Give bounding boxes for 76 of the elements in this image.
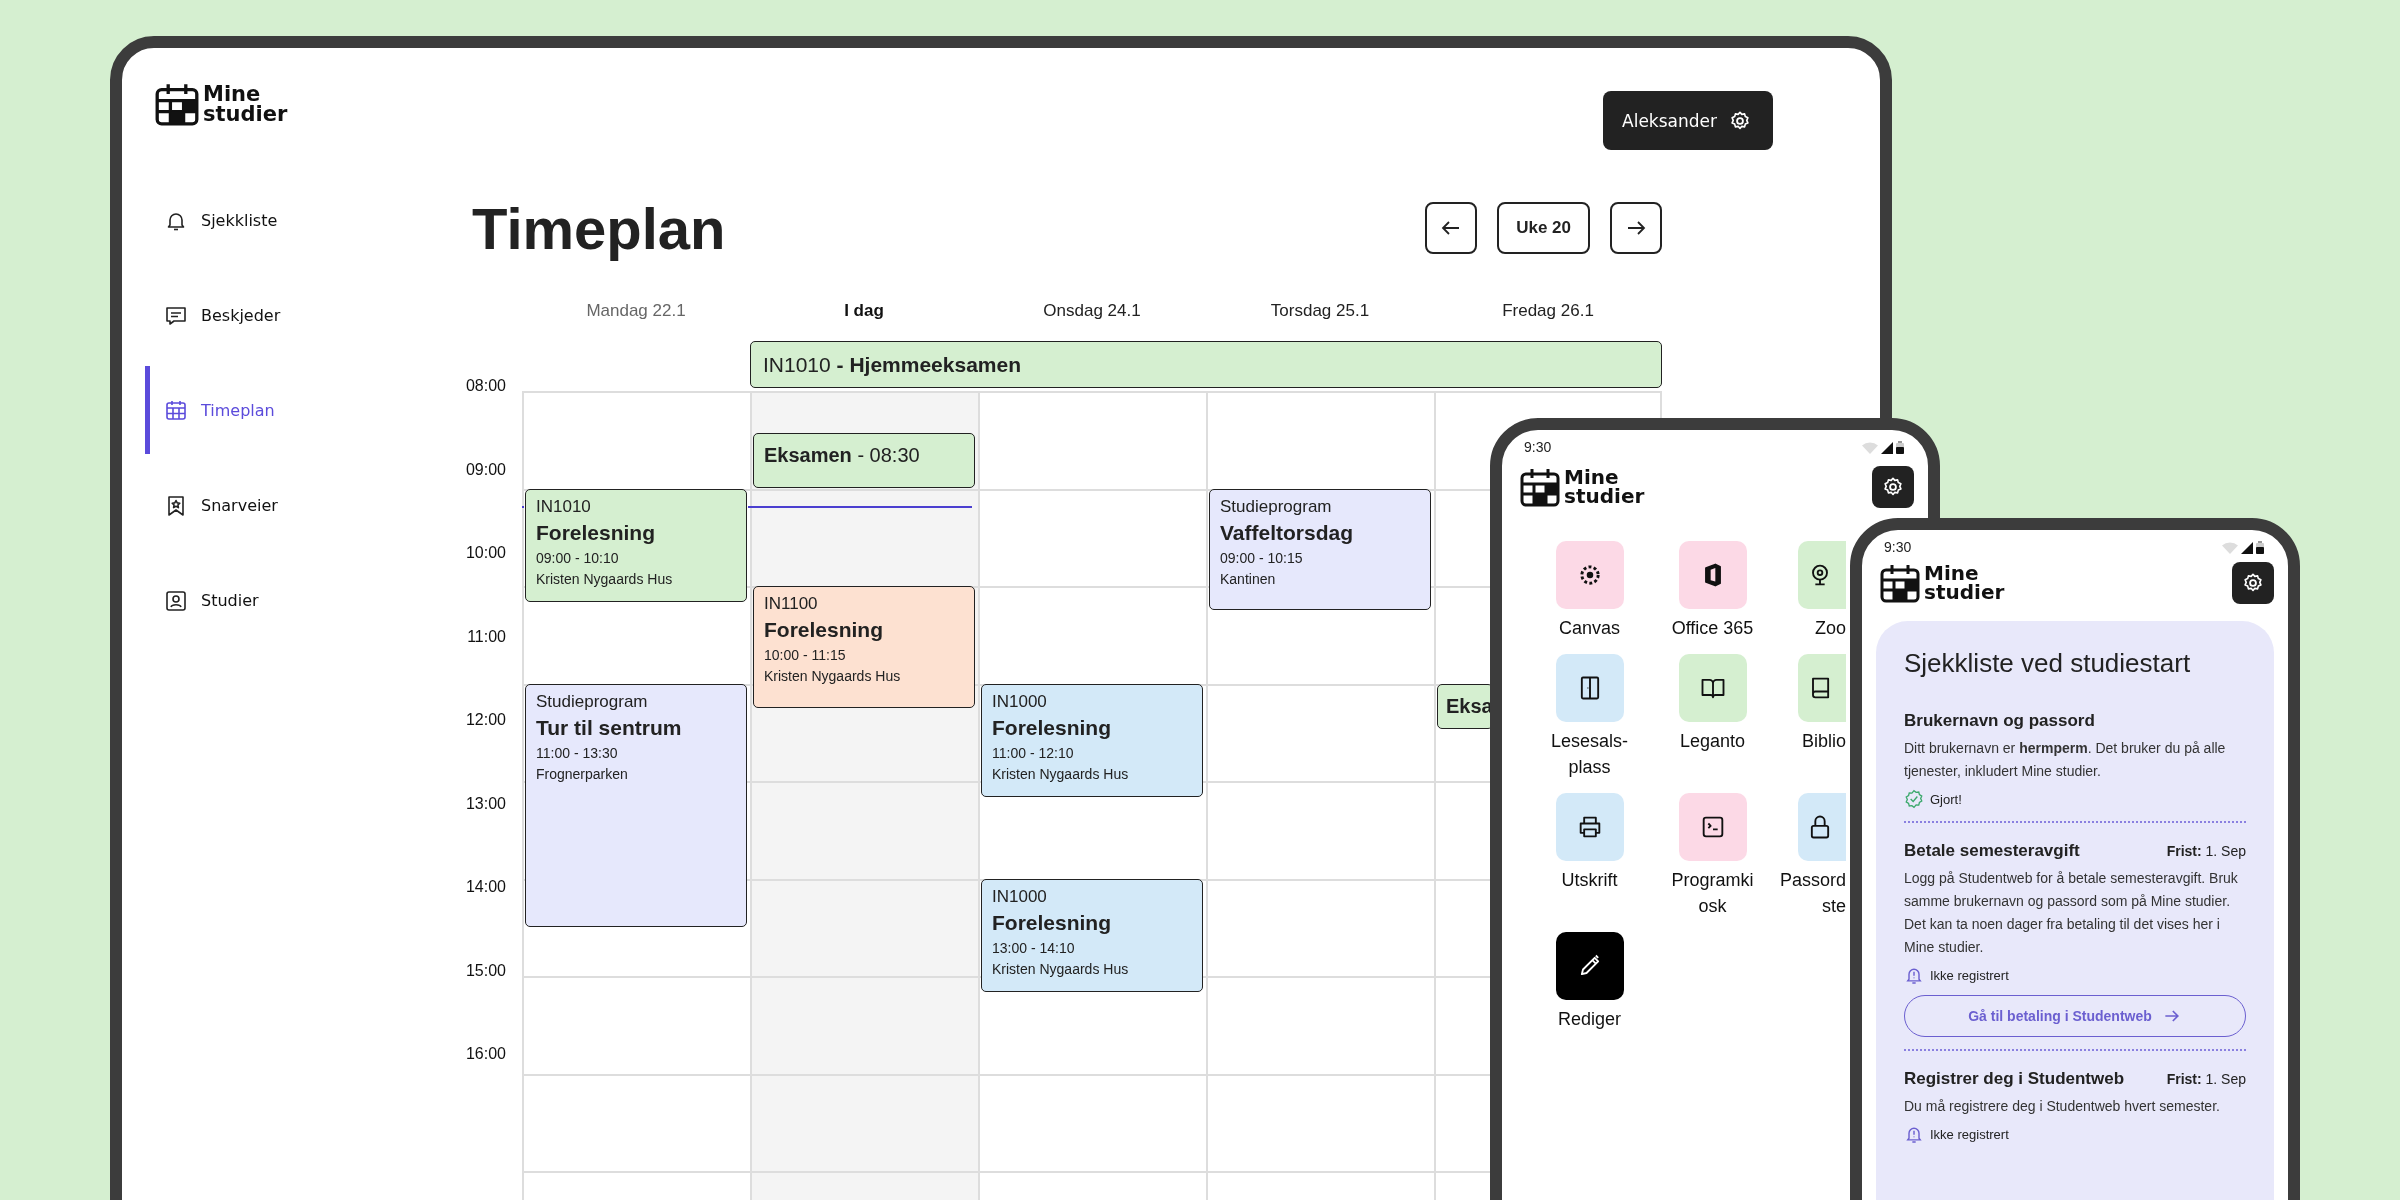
hour-label: 12:00 <box>464 711 507 729</box>
all-day-event[interactable]: IN1010 - Hjemmeeksamen <box>750 341 1662 388</box>
status-label: Gjort! <box>1930 791 1962 807</box>
day-heading: Torsdag 25.1 <box>1269 300 1371 321</box>
app-shortcut[interactable]: Rediger <box>1528 932 1651 1032</box>
task-title: Betale semesteravgift <box>1904 840 2080 862</box>
battery-icon <box>2256 540 2264 554</box>
task-title: Brukernavn og passord <box>1904 710 2095 732</box>
settings-button[interactable] <box>1872 466 1914 508</box>
calendar-logo-icon <box>1880 563 1920 603</box>
status-time: 9:30 <box>1884 539 1912 555</box>
wifi-icon <box>2222 541 2238 554</box>
calendar-event[interactable]: Studieprogram Tur til sentrum 11:00 - 13:30 Frognerparken <box>525 683 747 928</box>
settings-icon <box>1882 476 1904 498</box>
hour-label: 15:00 <box>464 961 507 980</box>
app-shortcut[interactable]: Programki osk <box>1651 793 1774 919</box>
next-week-button[interactable] <box>1610 202 1662 254</box>
calendar-event[interactable]: IN1010 Forelesning 09:00 - 10:10 Kristen Nygaards Hus <box>525 488 747 603</box>
day-heading: Mandag 22.1 <box>585 300 687 321</box>
previous-week-button[interactable] <box>1425 202 1478 254</box>
card-title: Sjekkliste ved studiestart <box>1904 647 2192 680</box>
task-description: Logg på Studentweb for å betale semesteravgift. Bruk samme brukernavn og passord som på Mine studier. Det kan ta noen dager fra betaling til det vises her i Mine studier. <box>1904 869 2239 957</box>
hour-label: 08:00 <box>464 377 507 395</box>
app-shortcut[interactable]: Zoo <box>1774 541 1846 641</box>
settings-icon <box>1729 109 1751 132</box>
signal-icon <box>2241 541 2253 554</box>
sidebar-item[interactable]: Timeplan <box>145 366 455 454</box>
calendar-logo-icon <box>1520 467 1560 507</box>
settings-button[interactable] <box>2232 562 2274 604</box>
wifi-icon <box>1862 441 1878 454</box>
app-shortcut[interactable]: Lesesals- plass <box>1528 654 1651 780</box>
app-shortcut[interactable]: Biblio <box>1774 654 1846 754</box>
calendar-event[interactable]: Studieprogram Vaffeltorsdag 09:00 - 10:15 Kantinen <box>1209 488 1431 611</box>
calendar-event[interactable]: Eksamen - 08:30 <box>753 432 975 489</box>
app-shortcut[interactable]: Passord ste <box>1774 793 1846 919</box>
app-shortcut[interactable]: Utskrift <box>1528 793 1651 893</box>
app-shortcut[interactable]: Office 365 <box>1651 541 1774 641</box>
day-heading: Fredag 26.1 <box>1501 300 1595 321</box>
task-description: Ditt brukernavn er hermperm. Det bruker du på alle tjenester, inkludert Mine studier. <box>1904 739 2227 781</box>
brand-name: Mine studier <box>1564 468 1645 506</box>
calendar-icon <box>164 398 188 422</box>
hour-label: 11:00 <box>466 627 507 646</box>
calendar-event[interactable]: Eksa <box>1437 683 1493 730</box>
deadline: Frist: 1. Sep <box>2166 1071 2246 1087</box>
day-heading: I dag <box>843 300 885 321</box>
calendar-event[interactable]: IN1000 Forelesning 11:00 - 12:10 Kristen Nygaards Hus <box>981 683 1203 798</box>
hour-label: 16:00 <box>464 1045 507 1063</box>
day-heading: Onsdag 24.1 <box>1042 300 1142 321</box>
task-description: Du må registrere deg i Studentweb hvert semester. <box>1904 1097 2221 1116</box>
settings-icon <box>2242 572 2264 594</box>
calendar-logo-icon <box>155 82 199 126</box>
calendar-event[interactable]: IN1100 Forelesning 10:00 - 11:15 Kristen Nygaards Hus <box>753 586 975 708</box>
task-title: Registrer deg i Studentweb <box>1904 1068 2125 1090</box>
battery-icon <box>1896 440 1904 454</box>
hour-label: 10:00 <box>464 544 507 562</box>
hour-label: 13:00 <box>464 794 507 813</box>
signal-icon <box>1881 441 1893 454</box>
week-button[interactable]: Uke 20 <box>1497 202 1590 254</box>
sidebar-item[interactable]: Beskjeder <box>145 268 455 363</box>
brand-name: Mine studier <box>203 84 288 124</box>
hour-label: 14:00 <box>464 878 507 896</box>
status-label: Ikke registrert <box>1930 967 2009 983</box>
deadline: Frist: 1. Sep <box>2166 843 2246 859</box>
sidebar-item[interactable]: Snarveier <box>145 458 455 553</box>
sidebar-item[interactable]: Sjekkliste <box>145 173 455 268</box>
calendar-event[interactable]: IN1000 Forelesning 13:00 - 14:10 Kristen Nygaards Hus <box>981 878 1203 993</box>
brand-name: Mine studier <box>1924 564 2005 602</box>
sidebar-item[interactable]: Studier <box>145 553 455 648</box>
app-shortcut[interactable]: Leganto <box>1651 654 1774 754</box>
status-time: 9:30 <box>1524 439 1552 455</box>
status-label: Ikke registrert <box>1930 1126 2009 1142</box>
page-title: Timeplan <box>472 194 726 262</box>
profile-card-icon <box>164 588 188 613</box>
hour-label: 09:00 <box>464 460 507 479</box>
app-shortcut[interactable]: Canvas <box>1528 541 1651 641</box>
user-button[interactable]: Aleksander <box>1603 91 1773 150</box>
